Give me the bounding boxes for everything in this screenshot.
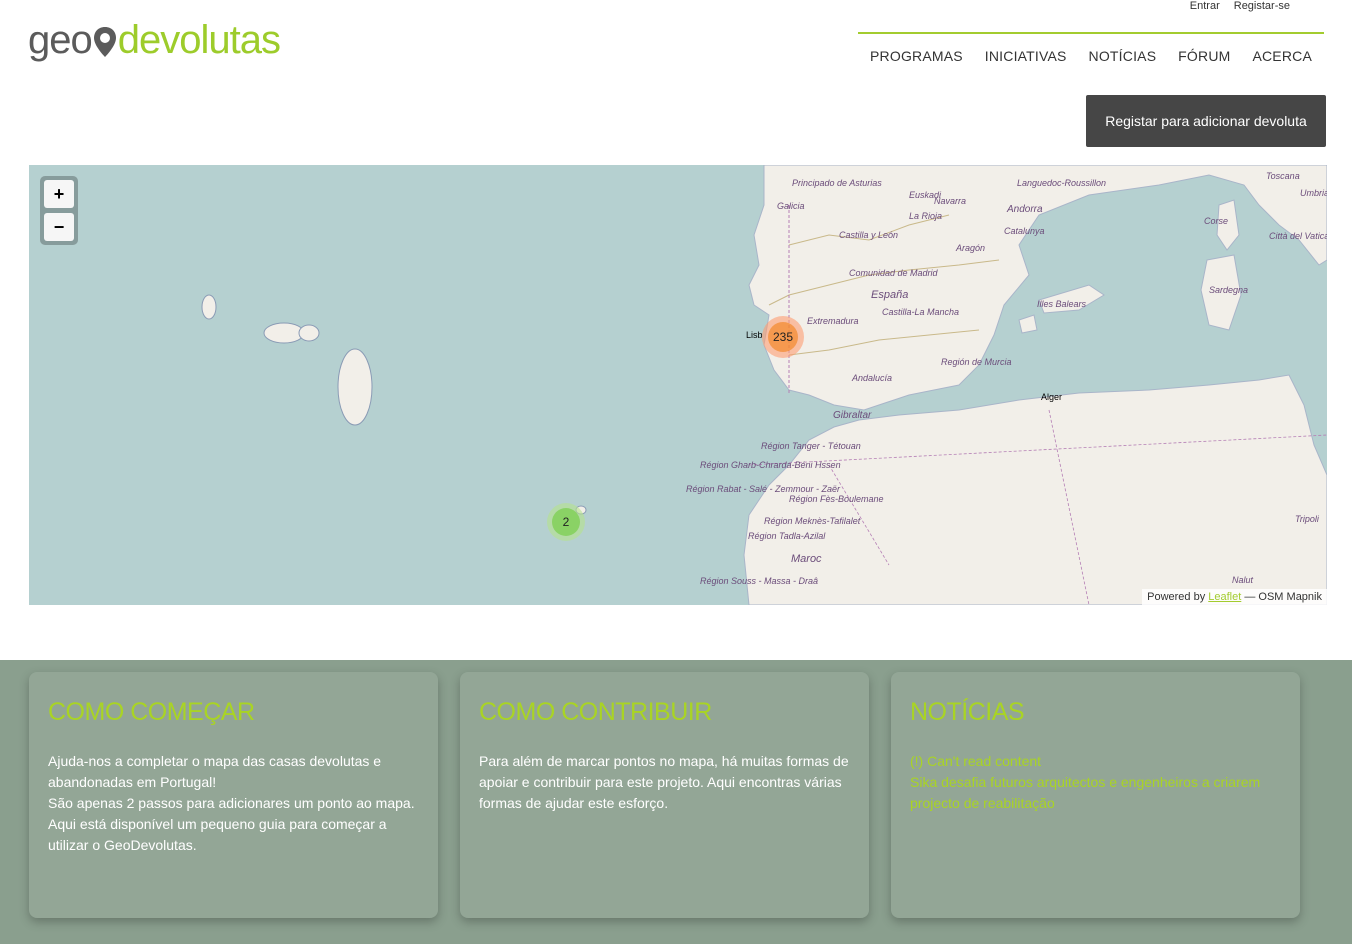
card-line: São apenas 2 passos para adicionares um … [48, 795, 415, 811]
zoom-in-button[interactable]: + [44, 180, 74, 208]
card-title: COMO COMEÇAR [48, 698, 255, 726]
card-line: Ajuda-nos a completar o mapa das casas d… [48, 753, 382, 790]
card-text: Para além de marcar pontos no mapa, há m… [479, 753, 849, 811]
map-label-sardegna: Sardegna [1209, 285, 1249, 295]
nav-iniciativas[interactable]: INICIATIVAS [985, 48, 1067, 64]
footer: COMO COMEÇAR Ajuda-nos a completar o map… [0, 660, 1352, 944]
map-attribution: Powered by Leaflet — OSM Mapnik [1142, 589, 1327, 605]
cluster-count: 235 [768, 322, 798, 352]
leaflet-link[interactable]: Leaflet [1208, 591, 1241, 603]
map-label-andorra: Andorra [1007, 204, 1043, 215]
map-label-lisboa: Lisb [746, 330, 763, 340]
map-label-umbria: Umbria [1300, 188, 1327, 198]
logo-geo-text: geo [28, 18, 93, 62]
map-land-shapes [201, 165, 1327, 605]
map-label-andalucia: Andalucía [852, 373, 893, 383]
marker-cluster-lisboa[interactable]: 235 [762, 316, 804, 358]
map-label-madrid: Comunidad de Madrid [849, 268, 938, 278]
site-logo[interactable]: geo devolutas [28, 18, 281, 63]
map-label-fes: Région Fès-Boulemane [789, 494, 884, 504]
map-label-larioja: La Rioja [909, 211, 943, 221]
marker-cluster-madeira[interactable]: 2 [547, 503, 585, 541]
map-label-toscana: Toscana [1266, 171, 1300, 181]
card-como-contribuir: COMO CONTRIBUIR Para além de marcar pont… [460, 672, 869, 918]
map-label-tadla: Région Tadla-Azilal [748, 531, 826, 541]
map-label-nalut: Nalut [1232, 575, 1254, 585]
map[interactable]: Principado de Asturias Galicia Navarra E… [29, 165, 1327, 605]
register-add-button[interactable]: Registar para adicionar devoluta [1086, 95, 1326, 147]
news-item[interactable]: Sika desafia futuros arquitectos e engen… [910, 772, 1281, 814]
map-label-vaticano: Città del Vaticano [1269, 231, 1327, 241]
map-label-extremadura: Extremadura [807, 316, 859, 326]
map-label-murcia: Región de Murcia [941, 357, 1012, 367]
card-noticias: NOTÍCIAS (!) Can't read content Sika des… [891, 672, 1300, 918]
nav-acerca[interactable]: ACERCA [1252, 48, 1312, 64]
map-label-tripoli: Tripoli [1295, 514, 1319, 524]
main-nav: PROGRAMAS INICIATIVAS NOTÍCIAS FÓRUM ACE… [858, 32, 1324, 64]
card-title: COMO CONTRIBUIR [479, 698, 712, 726]
register-link[interactable]: Registar-se [1234, 0, 1290, 12]
map-label-castilla-leon: Castilla y León [839, 230, 899, 240]
map-label-rabat: Région Rabat - Salé - Zemmour - Zaër [686, 484, 841, 494]
logo-devolutas-text: devolutas [117, 18, 281, 62]
map-label-catalunya: Catalunya [1004, 226, 1045, 236]
map-label-asturias: Principado de Asturias [792, 178, 882, 188]
map-label-baleares: Illes Balears [1037, 299, 1087, 309]
zoom-control: + − [40, 176, 78, 245]
card-como-comecar: COMO COMEÇAR Ajuda-nos a completar o map… [29, 672, 438, 918]
news-list: (!) Can't read content Sika desafia futu… [910, 751, 1281, 814]
map-label-corse: Corse [1204, 216, 1229, 226]
nav-programas[interactable]: PROGRAMAS [870, 48, 963, 64]
map-pin-icon [93, 21, 117, 61]
map-label-espana: España [871, 289, 909, 301]
map-label-aragon: Aragón [956, 243, 986, 253]
map-label-castilla-mancha: Castilla-La Mancha [882, 307, 960, 317]
zoom-out-button[interactable]: − [44, 213, 74, 241]
map-label-souss: Région Souss - Massa - Draâ [700, 576, 819, 586]
news-item[interactable]: (!) Can't read content [910, 751, 1281, 772]
nav-forum[interactable]: FÓRUM [1178, 48, 1230, 64]
map-label-gharb: Région Gharb-Chrarda-Béni Hssen [700, 460, 841, 470]
top-links: Entrar Registar-se [1190, 0, 1290, 12]
map-label-languedoc: Languedoc-Roussillon [1017, 178, 1107, 188]
nav-noticias[interactable]: NOTÍCIAS [1089, 48, 1157, 64]
page: Entrar Registar-se geo devolutas PROGRAM… [0, 0, 1352, 944]
attribution-suffix: — OSM Mapnik [1244, 591, 1322, 603]
map-label-gibraltar: Gibraltar [833, 410, 872, 421]
map-label-alger: Alger [1041, 392, 1063, 402]
card-title: NOTÍCIAS [910, 698, 1025, 726]
map-label-euskadi: Euskadi [909, 190, 942, 200]
map-label-galicia: Galicia [777, 201, 805, 211]
map-label-tanger: Région Tanger - Tétouan [761, 441, 861, 451]
card-line: Aqui está disponível um pequeno guia par… [48, 816, 387, 853]
map-label-maroc: Maroc [791, 553, 822, 565]
map-label-meknes: Région Meknès-Tafilalet [764, 516, 861, 526]
cluster-count: 2 [552, 508, 580, 536]
login-link[interactable]: Entrar [1190, 0, 1220, 12]
attribution-prefix: Powered by [1147, 591, 1206, 603]
